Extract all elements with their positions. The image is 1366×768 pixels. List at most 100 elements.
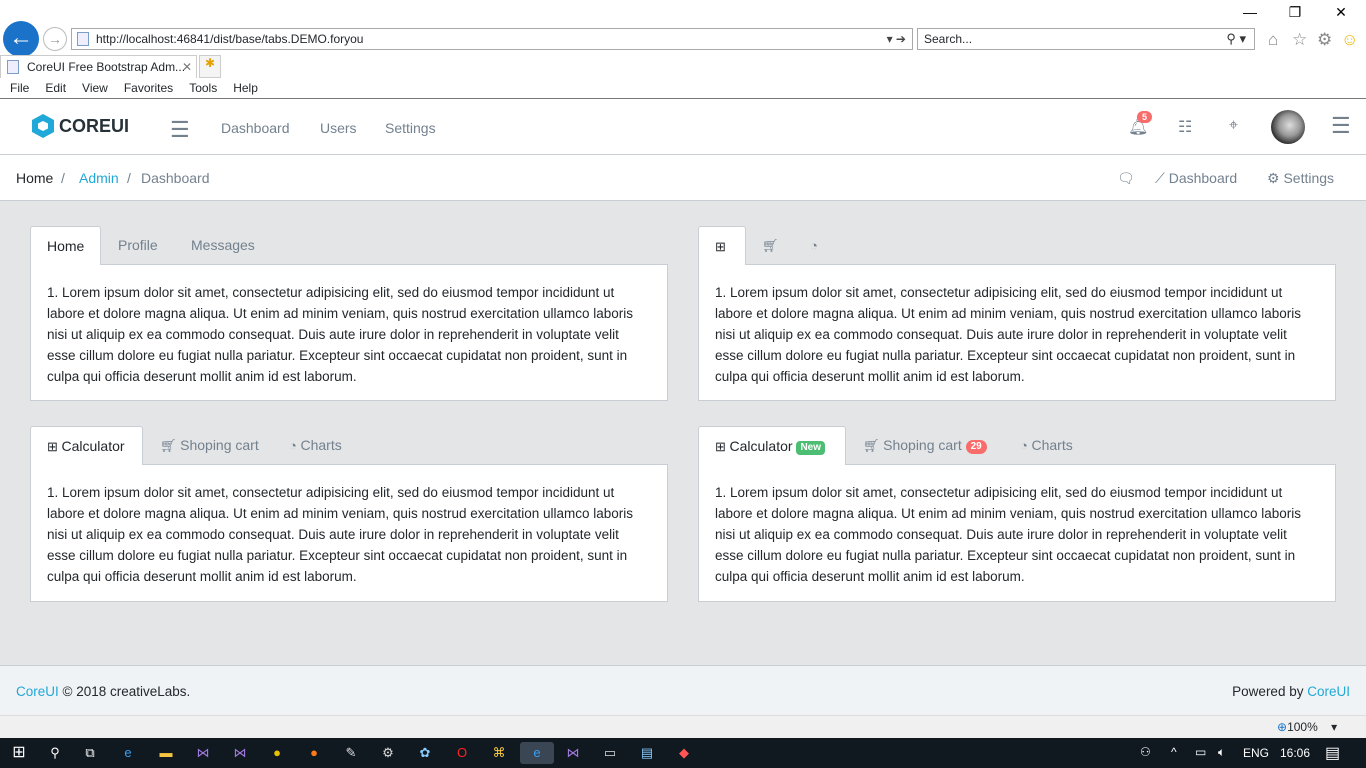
action-center-icon[interactable]: ▤	[1325, 743, 1340, 763]
close-tab-icon[interactable]: ✕	[182, 56, 192, 78]
brand-logo[interactable]: COREUI	[32, 114, 129, 138]
tab-home[interactable]: Home	[30, 226, 102, 265]
tab-shopping-cart[interactable]: 🛒︎ Shoping cart 29	[847, 426, 1003, 464]
new-tab-button[interactable]: ✱	[199, 55, 221, 78]
app-icon[interactable]: ⌘	[488, 742, 510, 764]
go-icon[interactable]: ▾ ➔	[887, 29, 906, 49]
tab-charts[interactable]: ◔ Charts	[273, 426, 358, 464]
paint-icon[interactable]: ✿	[414, 742, 436, 764]
breadcrumb-separator: /	[61, 170, 65, 186]
file-explorer-icon[interactable]: ▬	[155, 742, 177, 764]
graph-icon: ⟋	[1155, 170, 1169, 186]
tab-cart[interactable]: 🛒︎	[746, 226, 795, 264]
tab-pane: 1. Lorem ipsum dolor sit amet, consectet…	[698, 464, 1336, 602]
powered-by: Powered by	[1232, 684, 1304, 699]
gear-icon[interactable]: ⚙	[1317, 30, 1332, 50]
visual-studio-icon[interactable]: ⋈	[229, 742, 251, 764]
chevron-up-icon[interactable]: ^	[1171, 745, 1177, 759]
language-indicator[interactable]: ENG	[1243, 746, 1269, 760]
speech-icon[interactable]: 🗨︎	[1117, 170, 1135, 187]
tab-messages[interactable]: Messages	[175, 226, 271, 264]
menu-favorites[interactable]: Favorites	[124, 81, 173, 95]
breadcrumb-admin[interactable]: Admin	[79, 170, 119, 186]
menu-file[interactable]: File	[10, 81, 29, 95]
terminal-icon[interactable]: ▭	[599, 742, 621, 764]
menu-view[interactable]: View	[82, 81, 108, 95]
notification-badge: 5	[1137, 111, 1153, 123]
settings-label: Settings	[1283, 170, 1335, 186]
app-footer: CoreUI © 2018 creativeLabs. Powered by C…	[0, 665, 1366, 715]
tab-calculator[interactable]: ⊞ Calculator New	[698, 426, 846, 465]
tab-charts[interactable]: ◔	[794, 226, 834, 264]
chevron-down-icon: ▾	[1331, 720, 1338, 734]
visual-studio-icon[interactable]: ⋈	[192, 742, 214, 764]
menu-edit[interactable]: Edit	[45, 81, 66, 95]
tab-label: Charts	[300, 437, 342, 453]
maximize-button[interactable]: ❐	[1280, 4, 1310, 24]
internet-explorer-icon[interactable]: e	[520, 742, 554, 764]
battery-icon[interactable]: ▭	[1195, 745, 1206, 759]
brand-text: COREUI	[59, 115, 130, 136]
gear-icon: ⚙	[1267, 170, 1284, 186]
taskbar: ⊞ ⚲ ⧉ e ▬ ⋈ ⋈ ● ● ✎ ⚙ ✿ O ⌘ e ⋈ ▭ ▤ ◆ ⚇ …	[0, 738, 1366, 768]
coreui-link[interactable]: CoreUI	[16, 684, 59, 699]
address-bar[interactable]: http://localhost:46841/dist/base/tabs.DE…	[71, 28, 913, 50]
zoom-icon: ⊕	[1277, 720, 1288, 734]
browser-tab[interactable]: CoreUI Free Bootstrap Adm... ✕	[0, 55, 197, 78]
tab-profile[interactable]: Profile	[102, 226, 174, 264]
avatar[interactable]	[1271, 110, 1305, 144]
menu-tools[interactable]: Tools	[189, 81, 217, 95]
app-icon[interactable]: ◆	[673, 742, 695, 764]
clock[interactable]: 16:06	[1280, 746, 1310, 760]
menu-bar: File Edit View Favorites Tools Help	[0, 79, 1366, 99]
firefox-icon[interactable]: ●	[303, 742, 325, 764]
nav-users[interactable]: Users	[320, 120, 357, 136]
footer-left: CoreUI © 2018 creativeLabs.	[16, 684, 190, 699]
home-icon[interactable]: ⌂	[1268, 30, 1278, 50]
tab-pane: 1. Lorem ipsum dolor sit amet, consectet…	[30, 264, 668, 401]
logo-icon	[32, 114, 54, 138]
list-icon[interactable]: ☷	[1178, 117, 1192, 137]
smiley-icon[interactable]: ☺	[1341, 30, 1358, 50]
location-pin-icon[interactable]: ⌖	[1229, 117, 1238, 135]
nav-dashboard[interactable]: Dashboard	[221, 120, 290, 136]
search-icon[interactable]: ⚲	[44, 742, 66, 764]
chrome-icon[interactable]: ●	[266, 742, 288, 764]
menu-help[interactable]: Help	[233, 81, 258, 95]
search-input[interactable]: Search... ⚲ ▾	[917, 28, 1255, 50]
nav-settings[interactable]: Settings	[385, 120, 436, 136]
people-icon[interactable]: ⚇	[1140, 745, 1151, 759]
search-icon[interactable]: ⚲ ▾	[1226, 29, 1246, 49]
visual-studio-code-icon[interactable]: ⋈	[562, 742, 584, 764]
tab-pane: 1. Lorem ipsum dolor sit amet, consectet…	[698, 264, 1336, 401]
tab-calculator[interactable]: ⊞	[698, 226, 746, 265]
favorites-star-icon[interactable]: ☆	[1292, 30, 1307, 50]
sidebar-toggle-icon[interactable]: ☰	[170, 117, 190, 143]
tab-shopping-cart[interactable]: 🛒︎ Shoping cart	[144, 426, 275, 464]
tab-title: CoreUI Free Bootstrap Adm...	[27, 60, 186, 74]
close-window-button[interactable]: ✕	[1326, 4, 1356, 24]
aside-toggle-icon[interactable]: ☰	[1331, 113, 1351, 139]
cart-icon: 🛒︎	[762, 238, 779, 253]
minimize-button[interactable]: —	[1235, 4, 1265, 24]
tab-calculator[interactable]: ⊞ Calculator	[30, 426, 143, 465]
breadcrumb-menu-settings[interactable]: ⚙ Settings	[1267, 170, 1334, 187]
back-button[interactable]: ←	[3, 21, 39, 57]
task-view-icon[interactable]: ⧉	[79, 742, 101, 764]
coreui-powered-link[interactable]: CoreUI	[1307, 684, 1350, 699]
breadcrumb-dashboard: Dashboard	[141, 170, 210, 186]
tab-charts[interactable]: ◔ Charts	[1004, 426, 1089, 464]
opera-icon[interactable]: O	[451, 742, 473, 764]
forward-button[interactable]: →	[43, 27, 67, 51]
tabs-card-4: ⊞ Calculator New 🛒︎ Shoping cart 29 ◔ Ch…	[698, 426, 1336, 465]
tool-icon[interactable]: ✎	[340, 742, 362, 764]
volume-icon[interactable]: 🔈︎	[1218, 745, 1225, 760]
windows-start-icon[interactable]: ⊞	[8, 742, 30, 764]
breadcrumb-menu-dashboard[interactable]: ⟋ Dashboard	[1155, 170, 1237, 187]
notepad-icon[interactable]: ▤	[636, 742, 658, 764]
edge-icon[interactable]: e	[117, 742, 139, 764]
pie-chart-icon: ◔	[810, 238, 818, 253]
breadcrumb-home[interactable]: Home	[16, 170, 53, 186]
settings-app-icon[interactable]: ⚙	[377, 742, 399, 764]
zoom-control[interactable]: ⊕100% ▾	[1277, 720, 1337, 734]
